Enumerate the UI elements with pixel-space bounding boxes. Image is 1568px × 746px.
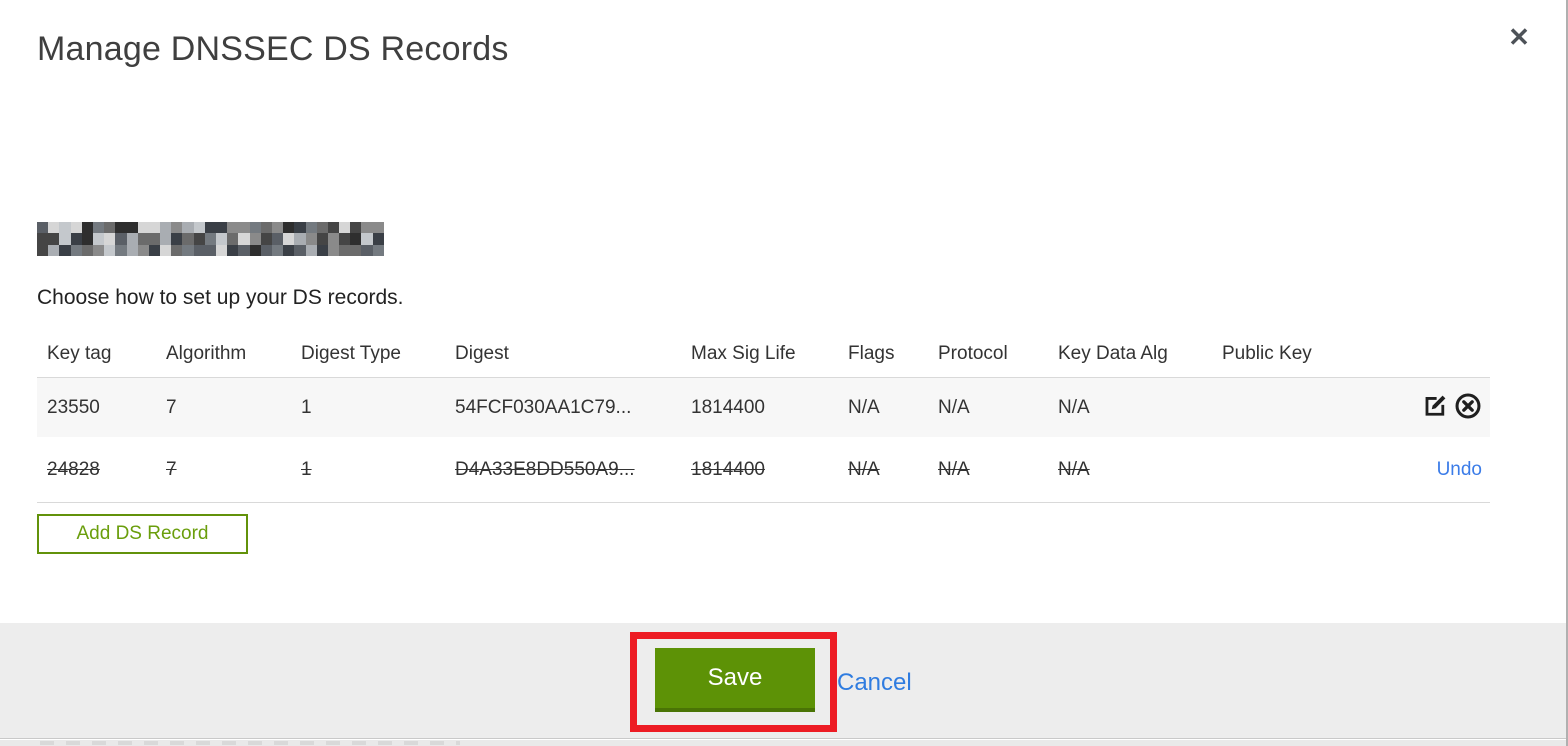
key-data-alg-value: N/A [1058,458,1090,480]
table-header-row: Key tag Algorithm Digest Type Digest Max… [37,330,1490,377]
circled-x-icon [1454,392,1482,423]
digest-type-value: 1 [301,458,312,480]
max-sig-life-value: 1814400 [691,396,765,418]
key-data-alg-value: N/A [1058,396,1090,418]
manage-dnssec-modal: Manage DNSSEC DS Records ✕ Choose how to… [0,0,1566,746]
algorithm-value: 7 [166,458,177,480]
column-header-public-key: Public Key [1222,342,1312,364]
column-header-protocol: Protocol [938,342,1008,364]
column-header-digest: Digest [455,342,509,364]
edit-icon [1422,393,1448,422]
protocol-value: N/A [938,458,970,480]
column-header-key-data-alg: Key Data Alg [1058,342,1168,364]
column-header-flags: Flags [848,342,895,364]
instruction-text: Choose how to set up your DS records. [37,286,404,309]
modal-footer: Save Cancel [0,623,1566,739]
page-below-modal-strip [0,740,1566,746]
column-header-key-tag: Key tag [47,342,112,364]
add-ds-record-button[interactable]: Add DS Record [37,514,248,554]
column-header-max-sig-life: Max Sig Life [691,342,796,364]
ds-records-table: Key tag Algorithm Digest Type Digest Max… [37,330,1490,503]
edit-record-button[interactable] [1422,393,1448,422]
flags-value: N/A [848,396,880,418]
table-row: 23550 7 1 54FCF030AA1C79... 1814400 N/A … [37,377,1490,437]
column-header-algorithm: Algorithm [166,342,247,364]
redacted-domain-name [37,222,384,257]
page-title: Manage DNSSEC DS Records [37,30,509,68]
save-button[interactable]: Save [655,648,815,712]
digest-value: 54FCF030AA1C79... [455,396,632,418]
key-tag-value: 24828 [47,458,100,480]
key-tag-value: 23550 [47,396,100,418]
blurred-background-content [40,741,460,745]
table-row-deleted: 24828 7 1 D4A33E8DD550A9... 1814400 N/A … [37,437,1490,503]
digest-type-value: 1 [301,396,312,418]
undo-link[interactable]: Undo [1437,459,1482,481]
max-sig-life-value: 1814400 [691,458,765,480]
protocol-value: N/A [938,396,970,418]
column-header-digest-type: Digest Type [301,342,401,364]
digest-value: D4A33E8DD550A9... [455,458,635,480]
algorithm-value: 7 [166,396,177,418]
close-icon[interactable]: ✕ [1502,20,1536,54]
flags-value: N/A [848,458,880,480]
delete-record-button[interactable] [1454,392,1482,423]
cancel-link[interactable]: Cancel [837,669,912,697]
